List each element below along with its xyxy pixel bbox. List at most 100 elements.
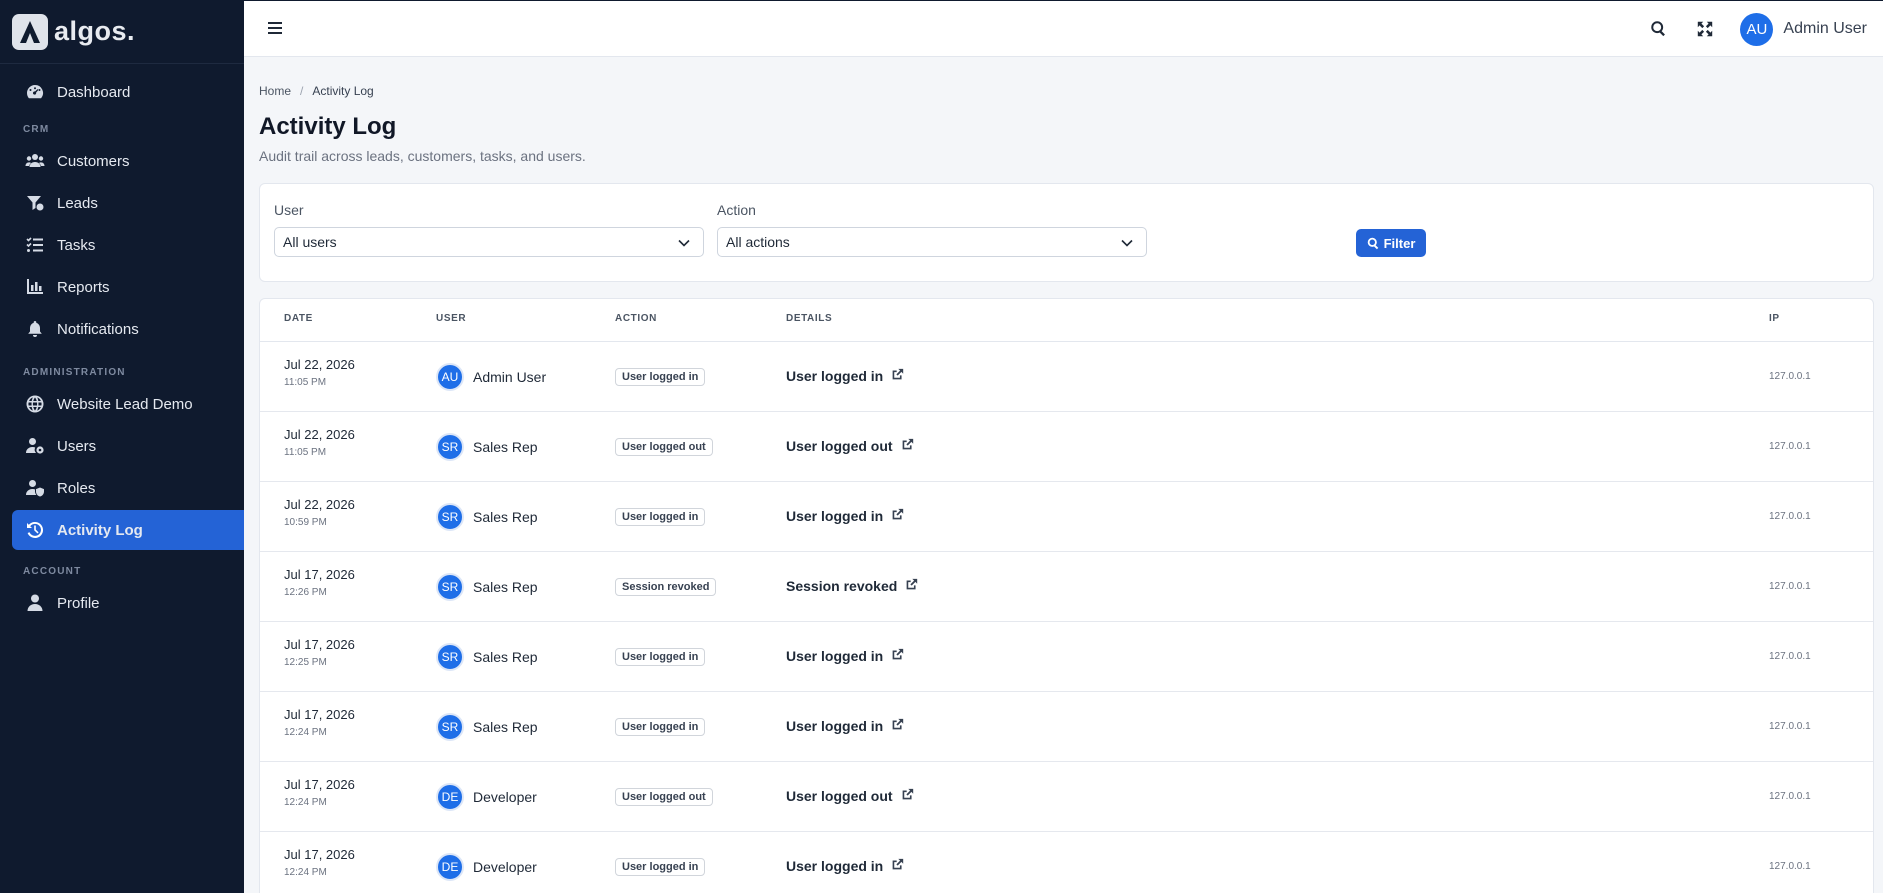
ip-text: 127.0.0.1 (1769, 441, 1811, 452)
details-text: User logged out (786, 788, 893, 804)
ip-text: 127.0.0.1 (1769, 371, 1811, 382)
sidebar-item-label: Activity Log (57, 521, 143, 539)
details-link[interactable]: User logged in (786, 368, 904, 384)
details-text: Session revoked (786, 578, 898, 594)
external-link-icon[interactable] (883, 648, 904, 664)
action-filter-label: Action (717, 202, 756, 218)
details-text: User logged in (786, 508, 884, 524)
avatar: SR (436, 433, 464, 461)
date-text: Jul 17, 2026 (284, 567, 355, 582)
page-subtitle: Audit trail across leads, customers, tas… (259, 148, 586, 164)
sidebar-item-dashboard[interactable]: Dashboard (12, 72, 244, 112)
chevron-down-icon (678, 239, 690, 247)
external-link-icon[interactable] (897, 578, 918, 594)
sidebar-item-reports[interactable]: Reports (12, 267, 244, 307)
details-link[interactable]: User logged in (786, 718, 904, 734)
column-header-details: DETAILS (786, 313, 833, 324)
tasks-icon (24, 234, 46, 256)
details-link[interactable]: User logged out (786, 788, 914, 804)
time-text: 11:05 PM (284, 377, 327, 388)
avatar: SR (436, 643, 464, 671)
table-row[interactable]: Jul 22, 2026 11:05 PM AU Admin User User log… (260, 342, 1873, 412)
user-filter-select[interactable]: All users (274, 227, 704, 257)
user-cell: AU Admin User (436, 363, 546, 391)
sidebar-item-profile[interactable]: Profile (12, 583, 244, 623)
external-link-icon[interactable] (883, 508, 904, 524)
details-link[interactable]: Session revoked (786, 578, 918, 594)
sidebar-item-label: Notifications (57, 320, 139, 338)
time-text: 12:24 PM (284, 797, 327, 808)
details-link[interactable]: User logged in (786, 648, 904, 664)
user-menu-name[interactable]: Admin User (1783, 20, 1867, 38)
user-cell: DE Developer (436, 783, 537, 811)
sidebar-item-notifications[interactable]: Notifications (12, 309, 244, 349)
action-badge: Session revoked (615, 578, 717, 596)
table-row[interactable]: Jul 22, 2026 10:59 PM SR Sales Rep User logg… (260, 482, 1873, 552)
sidebar-item-label: Users (57, 437, 97, 455)
sidebar-item-website-lead-demo[interactable]: Website Lead Demo (12, 384, 244, 424)
nav-section-crm: CRM (23, 124, 50, 135)
sidebar-item-label: Roles (57, 479, 96, 497)
breadcrumb-home-link[interactable]: Home (259, 84, 291, 98)
details-text: User logged in (786, 648, 884, 664)
date-text: Jul 17, 2026 (284, 777, 355, 792)
external-link-icon[interactable] (883, 718, 904, 734)
avatar[interactable]: AU (1740, 12, 1774, 46)
user-shield-icon (24, 477, 46, 499)
details-link[interactable]: User logged in (786, 858, 904, 874)
details-link[interactable]: User logged in (786, 508, 904, 524)
user-filter-value: All users (283, 234, 337, 250)
table-row[interactable]: Jul 17, 2026 12:24 PM DE Developer User logg… (260, 832, 1873, 893)
activity-table: DATE USER ACTION DETAILS IP Jul 22, 2026… (259, 298, 1874, 893)
avatar: SR (436, 573, 464, 601)
sidebar-item-tasks[interactable]: Tasks (12, 225, 244, 265)
sidebar-item-roles[interactable]: Roles (12, 468, 244, 508)
time-text: 11:05 PM (284, 447, 327, 458)
sidebar-item-customers[interactable]: Customers (12, 141, 244, 181)
avatar: AU (436, 363, 464, 391)
action-filter-select[interactable]: All actions (717, 227, 1147, 257)
column-header-user: USER (436, 313, 467, 324)
date-cell: Jul 17, 2026 12:24 PM (284, 777, 355, 808)
date-cell: Jul 17, 2026 12:25 PM (284, 637, 355, 668)
fullscreen-icon[interactable] (1694, 18, 1716, 40)
globe-icon (24, 393, 46, 415)
action-badge: User logged in (615, 508, 706, 526)
sidebar-item-label: Tasks (57, 236, 96, 254)
sidebar-item-label: Customers (57, 152, 130, 170)
date-cell: Jul 17, 2026 12:24 PM (284, 707, 355, 738)
external-link-icon[interactable] (883, 368, 904, 384)
user-name: Sales Rep (473, 649, 538, 665)
date-text: Jul 22, 2026 (284, 427, 355, 442)
external-link-icon[interactable] (893, 788, 914, 804)
table-row[interactable]: Jul 17, 2026 12:26 PM SR Sales Rep Session r… (260, 552, 1873, 622)
menu-icon[interactable] (266, 19, 284, 37)
details-link[interactable]: User logged out (786, 438, 914, 454)
sidebar-item-leads[interactable]: Leads (12, 183, 244, 223)
filter-button-label: Filter (1383, 235, 1416, 251)
filter-button[interactable]: Filter (1356, 229, 1426, 257)
table-row[interactable]: Jul 22, 2026 11:05 PM SR Sales Rep User logg… (260, 412, 1873, 482)
main-content: Home / Activity Log Activity Log Audit t… (244, 57, 1883, 893)
sidebar-item-label: Website Lead Demo (57, 395, 193, 413)
avatar: DE (436, 853, 464, 881)
user-name: Sales Rep (473, 719, 538, 735)
search-icon[interactable] (1648, 18, 1670, 40)
table-row[interactable]: Jul 17, 2026 12:25 PM SR Sales Rep User logg… (260, 622, 1873, 692)
time-text: 12:25 PM (284, 657, 327, 668)
user-name: Admin User (473, 369, 547, 385)
external-link-icon[interactable] (883, 858, 904, 874)
brand[interactable]: algos. (0, 0, 244, 64)
details-text: User logged out (786, 438, 893, 454)
sidebar-item-label: Dashboard (57, 83, 131, 101)
sidebar-item-users[interactable]: Users (12, 426, 244, 466)
sidebar-item-activity-log[interactable]: Activity Log (12, 510, 244, 550)
action-badge: User logged in (615, 718, 706, 736)
user-gear-icon (24, 435, 46, 457)
table-row[interactable]: Jul 17, 2026 12:24 PM DE Developer User logg… (260, 762, 1873, 832)
details-text: User logged in (786, 368, 884, 384)
nav-section-account: ACCOUNT (23, 566, 82, 577)
external-link-icon[interactable] (893, 438, 914, 454)
table-row[interactable]: Jul 17, 2026 12:24 PM SR Sales Rep User logg… (260, 692, 1873, 762)
user-cell: SR Sales Rep (436, 503, 538, 531)
